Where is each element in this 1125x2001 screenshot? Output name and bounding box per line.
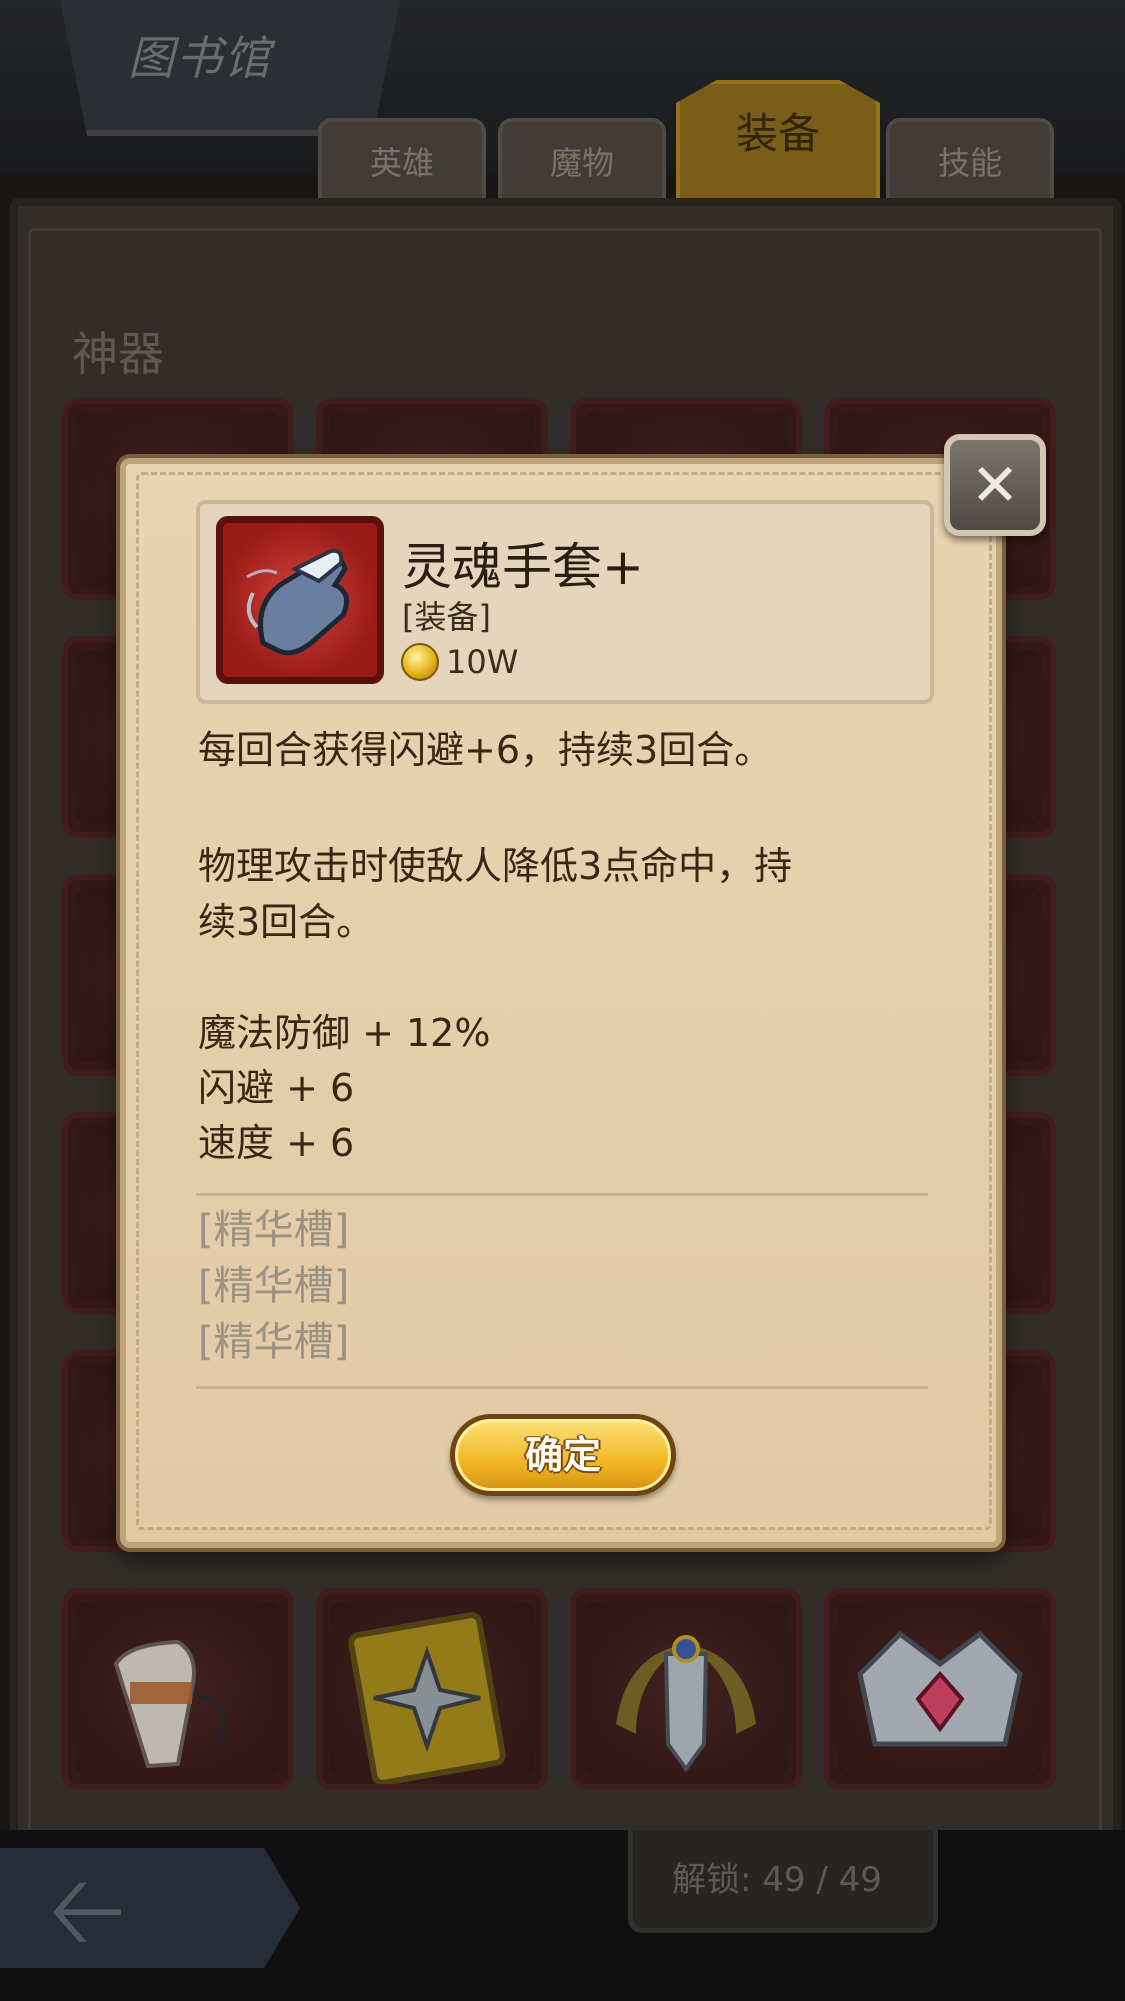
stat-line: 速度 + 6 [198, 1121, 355, 1165]
item-name: 灵魂手套+ [402, 538, 644, 596]
stat-line: 闪避 + 6 [198, 1066, 355, 1110]
item-price: 10W [446, 643, 519, 681]
close-button[interactable]: ✕ [944, 434, 1046, 536]
confirm-button[interactable]: 确定 [450, 1414, 676, 1496]
item-icon-frame [216, 516, 384, 684]
essence-slot: [精华槽] [198, 1263, 350, 1309]
close-icon[interactable]: ✕ [950, 440, 1040, 530]
divider [196, 1193, 928, 1196]
soul-gauntlet-icon [246, 548, 350, 656]
divider [196, 1386, 928, 1389]
item-type: [装备] [402, 598, 491, 636]
confirm-button-label[interactable]: 确定 [455, 1419, 671, 1491]
description-line: 每回合获得闪避+6，持续3回合。 [198, 728, 773, 772]
essence-slot: [精华槽] [198, 1319, 350, 1365]
essence-slot: [精华槽] [198, 1207, 350, 1253]
description-line: 物理攻击时使敌人降低3点命中，持 [198, 844, 793, 888]
gold-coin-icon [401, 643, 439, 681]
stat-line: 魔法防御 + 12% [198, 1011, 491, 1055]
description-line: 续3回合。 [198, 900, 375, 944]
